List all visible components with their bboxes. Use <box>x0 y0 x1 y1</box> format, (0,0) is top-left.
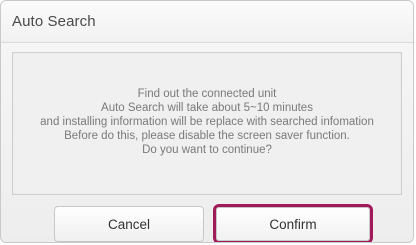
cancel-button[interactable]: Cancel <box>54 206 204 242</box>
message-line: Before do this, please disable the scree… <box>64 130 350 142</box>
message-line: and installing information will be repla… <box>40 116 374 128</box>
dialog-title-bar: Auto Search <box>1 1 413 43</box>
message-line: Do you want to continue? <box>142 144 272 156</box>
dialog-message: Find out the connected unit Auto Search … <box>13 87 401 157</box>
confirm-button[interactable]: Confirm <box>213 204 373 242</box>
cancel-button-label: Cancel <box>107 216 151 232</box>
message-line: Auto Search will take about 5~10 minutes <box>101 102 313 114</box>
message-line: Find out the connected unit <box>137 88 277 100</box>
confirm-button-label: Confirm <box>269 216 317 232</box>
message-panel: Find out the connected unit Auto Search … <box>12 52 402 195</box>
auto-search-dialog: Auto Search Find out the connected unit … <box>0 0 414 243</box>
dialog-title: Auto Search <box>12 13 96 30</box>
confirm-button-face[interactable]: Confirm <box>216 207 370 241</box>
